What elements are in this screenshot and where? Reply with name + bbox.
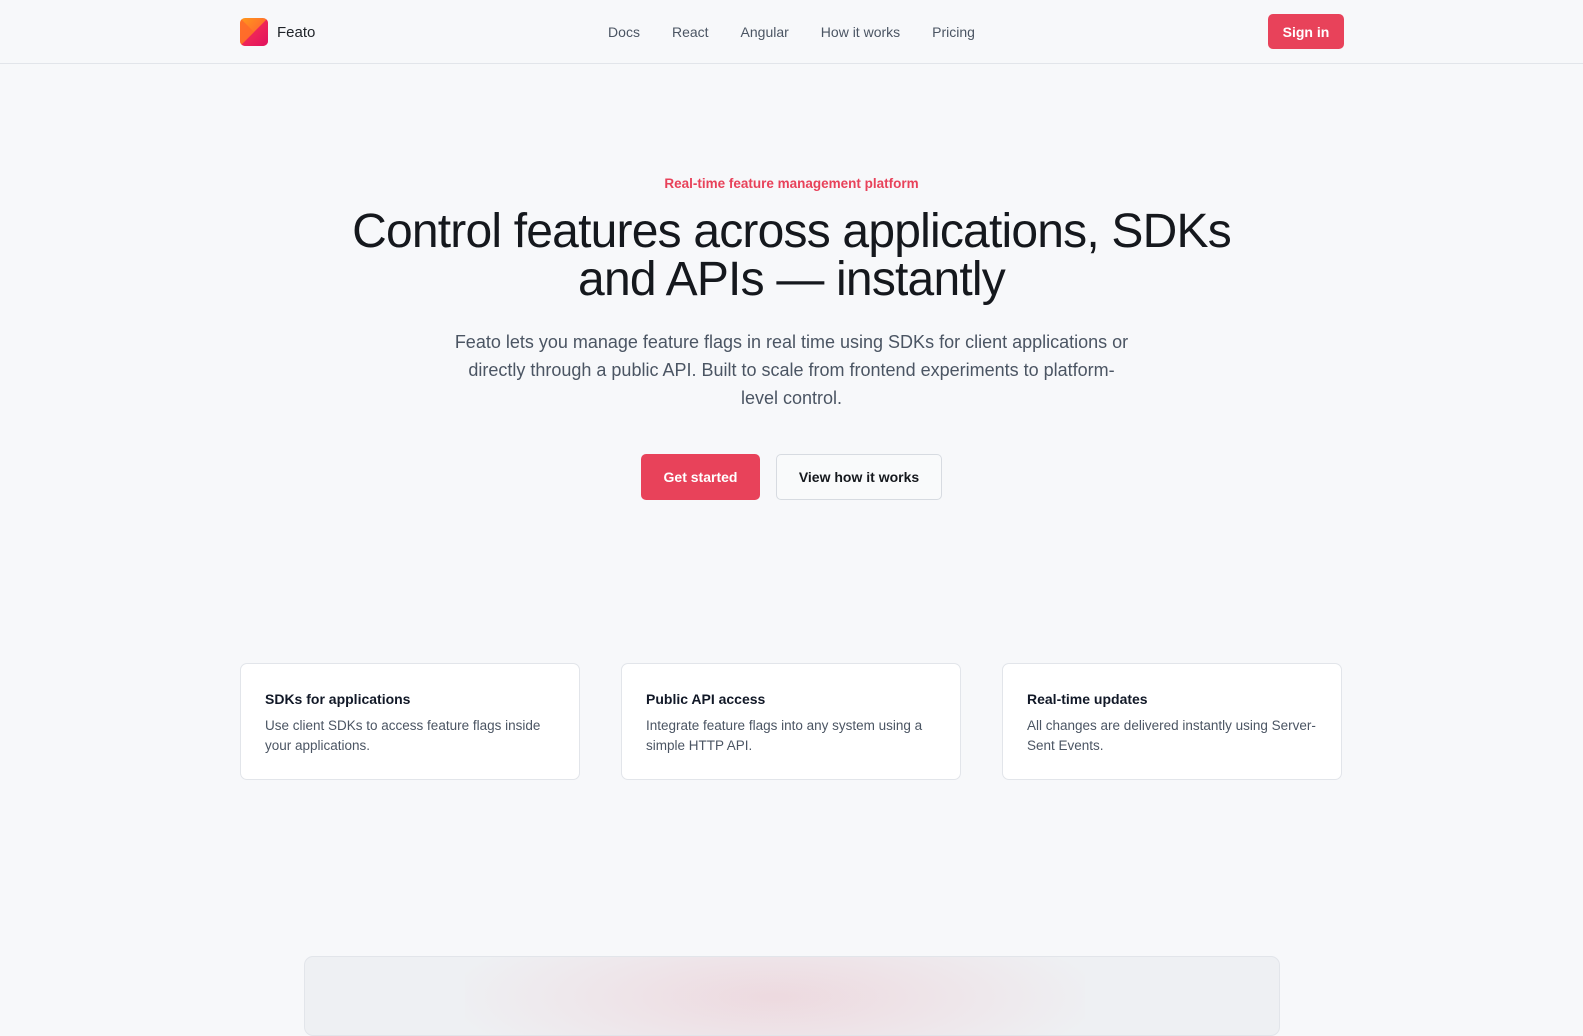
product-preview-panel [304,956,1280,1036]
get-started-button[interactable]: Get started [641,454,760,500]
feature-card-text: Use client SDKs to access feature flags … [265,718,541,753]
hero-description: Feato lets you manage feature flags in r… [454,332,1129,408]
nav-link-how-it-works[interactable]: How it works [821,24,900,40]
feature-card-title: Public API access [646,691,766,707]
features-section: SDKs for applications Use client SDKs to… [240,663,1344,780]
hero-cta-row: Get started View how it works [0,454,1583,500]
feature-card-title: SDKs for applications [265,691,411,707]
preview-glow [465,957,1085,1035]
hero-eyebrow: Real-time feature management platform [664,176,919,191]
feature-card-real-time: Real-time updates All changes are delive… [1002,663,1342,780]
main-nav: Docs React Angular How it works Pricing [0,0,1583,64]
nav-link-pricing[interactable]: Pricing [932,24,975,40]
feature-card-text: Integrate feature flags into any system … [646,718,923,753]
nav-link-react[interactable]: React [672,24,709,40]
view-how-it-works-button[interactable]: View how it works [776,454,942,500]
site-header: Feato Docs React Angular How it works Pr… [0,0,1583,64]
feature-card-text: All changes are delivered instantly usin… [1027,718,1316,753]
feature-card-sdks: SDKs for applications Use client SDKs to… [240,663,580,780]
nav-link-docs[interactable]: Docs [608,24,640,40]
hero-section: Real-time feature management platform Co… [0,176,1583,500]
hero-headline: Control features across applications, SD… [352,205,1232,306]
feature-card-title: Real-time updates [1027,691,1148,707]
nav-link-angular[interactable]: Angular [741,24,789,40]
sign-in-button[interactable]: Sign in [1268,14,1344,49]
feature-card-public-api: Public API access Integrate feature flag… [621,663,961,780]
